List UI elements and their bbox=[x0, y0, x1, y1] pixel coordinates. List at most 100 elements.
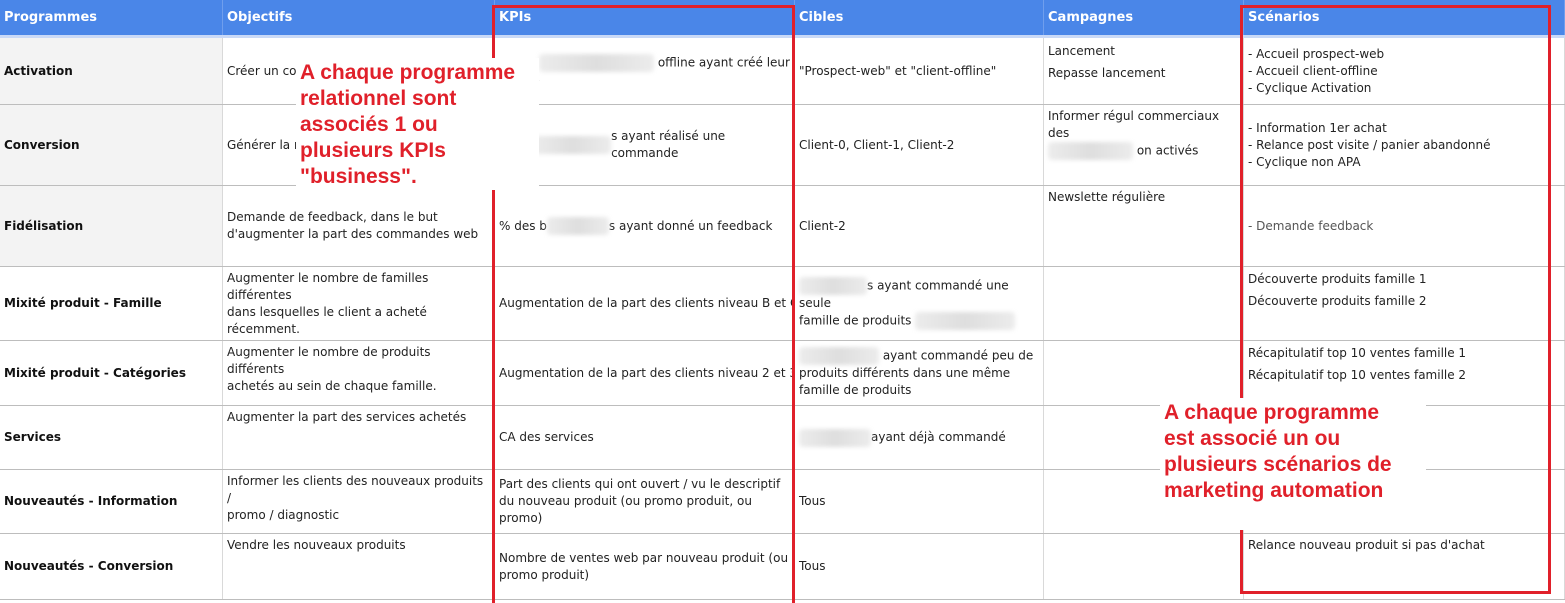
campagne-item: Informer régul commerciaux des bbox=[1048, 109, 1220, 140]
campagnes-cell[interactable]: Informer régul commerciaux des on activé… bbox=[1044, 105, 1244, 185]
programme-cell[interactable]: Services bbox=[0, 406, 223, 469]
scenarios-cell[interactable]: Récapitulatif top 10 ventes famille 1 Ré… bbox=[1244, 341, 1565, 405]
objectif-cell[interactable]: Demande de feedback, dans le but d'augme… bbox=[223, 186, 495, 266]
table-row: Conversion Générer la n s ayant réalisé … bbox=[0, 105, 1565, 186]
scenarios-cell[interactable]: Découverte produits famille 1 Découverte… bbox=[1244, 267, 1565, 340]
scenario-item: Récapitulatif top 10 ventes famille 1 bbox=[1248, 346, 1467, 360]
annotation-line: est associé un ou bbox=[1164, 427, 1341, 450]
cible-cell[interactable]: Client-2 bbox=[795, 186, 1044, 266]
scenario-item: - Accueil prospect-web bbox=[1248, 46, 1385, 61]
kpi-cell[interactable]: CA des services bbox=[495, 406, 795, 469]
scenarios-cell[interactable]: - Demande feedback bbox=[1244, 186, 1565, 266]
scenario-item: - Information 1er achat bbox=[1248, 120, 1387, 135]
cible-cell[interactable]: Tous bbox=[795, 470, 1044, 533]
cible-cell[interactable]: s ayant commandé une seule famille de pr… bbox=[795, 267, 1044, 340]
campagne-item: Lancement bbox=[1048, 44, 1116, 58]
scenario-item: - Accueil client-offline bbox=[1248, 63, 1378, 78]
redacted-text bbox=[799, 428, 871, 447]
table-row: Mixité produit - Catégories Augmenter le… bbox=[0, 341, 1565, 406]
kpi-text: s ayant donné un feedback bbox=[608, 218, 773, 233]
kpi-cell[interactable]: Nombre de ventes web par nouveau produit… bbox=[495, 534, 795, 599]
programme-cell[interactable]: Activation bbox=[0, 38, 223, 104]
campagnes-cell[interactable]: Newslette régulière bbox=[1044, 186, 1244, 266]
annotation-line: relationnel sont bbox=[300, 87, 457, 110]
campagnes-cell[interactable] bbox=[1044, 534, 1244, 599]
cible-cell[interactable]: "Prospect-web" et "client-offline" bbox=[795, 38, 1044, 104]
campagnes-cell[interactable] bbox=[1044, 341, 1244, 405]
header-kpis[interactable]: KPIs bbox=[495, 0, 795, 35]
annotation-line: plusieurs scénarios de bbox=[1164, 453, 1392, 476]
cible-text: famille de produits bbox=[799, 313, 912, 328]
programme-cell[interactable]: Mixité produit - Catégories bbox=[0, 341, 223, 405]
objectif-text: Vendre les nouveaux produits bbox=[227, 538, 406, 552]
table-row: Mixité produit - Famille Augmenter le no… bbox=[0, 267, 1565, 341]
campagne-item-line2: on activés bbox=[1136, 143, 1199, 158]
scenario-annotation: A chaque programme est associé un ou plu… bbox=[1160, 398, 1426, 530]
redacted-text bbox=[799, 277, 867, 295]
scenarios-cell[interactable]: - Information 1er achat - Relance post v… bbox=[1244, 105, 1565, 185]
kpi-text: promo produit) bbox=[499, 567, 590, 582]
table-row: Fidélisation Demande de feedback, dans l… bbox=[0, 186, 1565, 267]
header-objectifs[interactable]: Objectifs bbox=[223, 0, 495, 35]
scenarios-cell[interactable]: Relance nouveau produit si pas d'achat bbox=[1244, 534, 1565, 599]
annotation-line: "business". bbox=[300, 165, 417, 188]
header-campagnes[interactable]: Campagnes bbox=[1044, 0, 1244, 35]
table-row: Activation Créer un con offline ayant cr… bbox=[0, 38, 1565, 105]
objectif-text: Augmenter le nombre de familles différen… bbox=[227, 271, 429, 302]
kpi-text: Augmentation de la part des clients nive… bbox=[499, 296, 795, 310]
objectif-text: Augmenter la part des services achetés bbox=[227, 410, 467, 424]
kpi-text: offline ayant créé leur bbox=[657, 55, 790, 69]
objectif-text: achetés au sein de chaque famille. bbox=[227, 379, 437, 393]
objectif-text: Informer les clients des nouveaux produi… bbox=[227, 474, 484, 505]
cible-cell[interactable]: ayant déjà commandé bbox=[795, 406, 1044, 469]
kpi-text: % des b bbox=[499, 218, 547, 233]
programme-cell[interactable]: Nouveautés - Conversion bbox=[0, 534, 223, 599]
cible-text: ayant commandé peu de bbox=[882, 348, 1034, 363]
kpi-text: Part des clients qui ont ouvert / vu le … bbox=[499, 477, 781, 491]
objectif-text: promo / diagnostic bbox=[227, 508, 340, 522]
programme-cell[interactable]: Fidélisation bbox=[0, 186, 223, 266]
objectif-text: d'augmenter la part des commandes web bbox=[227, 227, 479, 241]
header-row: Programmes Objectifs KPIs Cibles Campagn… bbox=[0, 0, 1565, 35]
campagnes-cell[interactable] bbox=[1044, 267, 1244, 340]
annotation-line: associés 1 ou bbox=[300, 113, 438, 136]
scenario-item: Découverte produits famille 2 bbox=[1248, 294, 1427, 308]
programme-cell[interactable]: Nouveautés - Information bbox=[0, 470, 223, 533]
objectif-cell[interactable]: Augmenter le nombre de produits différen… bbox=[223, 341, 495, 405]
kpi-cell[interactable]: % des b s ayant donné un feedback bbox=[495, 186, 795, 266]
kpi-cell[interactable]: Augmentation de la part des clients nive… bbox=[495, 267, 795, 340]
objectif-cell[interactable]: Vendre les nouveaux produits bbox=[223, 534, 495, 599]
redacted-text bbox=[915, 312, 1016, 330]
kpi-text: promo) bbox=[499, 511, 543, 525]
scenarios-cell[interactable]: - Accueil prospect-web - Accueil client-… bbox=[1244, 38, 1565, 104]
kpi-cell[interactable]: Part des clients qui ont ouvert / vu le … bbox=[495, 470, 795, 533]
header-scenarios[interactable]: Scénarios bbox=[1244, 0, 1565, 35]
objectif-text: Générer la n bbox=[227, 137, 302, 152]
scenario-item: Découverte produits famille 1 bbox=[1248, 272, 1427, 286]
kpi-cell[interactable]: Augmentation de la part des clients nive… bbox=[495, 341, 795, 405]
kpi-text: Augmentation de la part des clients nive… bbox=[499, 365, 795, 380]
cible-text: produits différents dans une même bbox=[799, 366, 1011, 380]
scenario-item: - Cyclique non APA bbox=[1248, 154, 1361, 169]
kpi-annotation: A chaque programme relationnel sont asso… bbox=[296, 58, 539, 190]
objectif-cell[interactable]: Informer les clients des nouveaux produi… bbox=[223, 470, 495, 533]
kpi-cell[interactable]: s ayant réalisé une commande bbox=[495, 105, 795, 185]
programme-cell[interactable]: Conversion bbox=[0, 105, 223, 185]
kpi-cell[interactable]: offline ayant créé leur te web bbox=[495, 38, 795, 104]
programme-cell[interactable]: Mixité produit - Famille bbox=[0, 267, 223, 340]
header-cibles[interactable]: Cibles bbox=[795, 0, 1044, 35]
cible-cell[interactable]: Tous bbox=[795, 534, 1044, 599]
redacted-text bbox=[799, 347, 879, 365]
objectif-cell[interactable]: Augmenter le nombre de familles différen… bbox=[223, 267, 495, 340]
annotation-line: A chaque programme bbox=[300, 61, 516, 84]
header-programmes[interactable]: Programmes bbox=[0, 0, 223, 35]
cible-cell[interactable]: Client-0, Client-1, Client-2 bbox=[795, 105, 1044, 185]
annotation-line: A chaque programme bbox=[1164, 401, 1380, 424]
objectif-cell[interactable]: Augmenter la part des services achetés bbox=[223, 406, 495, 469]
objectif-text: Créer un con bbox=[227, 63, 305, 78]
cible-cell[interactable]: ayant commandé peu de produits différent… bbox=[795, 341, 1044, 405]
campagnes-cell[interactable]: Lancement Repasse lancement bbox=[1044, 38, 1244, 104]
campagne-item: Repasse lancement bbox=[1048, 66, 1166, 80]
redacted-text bbox=[1048, 142, 1133, 160]
objectif-text: Demande de feedback, dans le but bbox=[227, 210, 438, 224]
